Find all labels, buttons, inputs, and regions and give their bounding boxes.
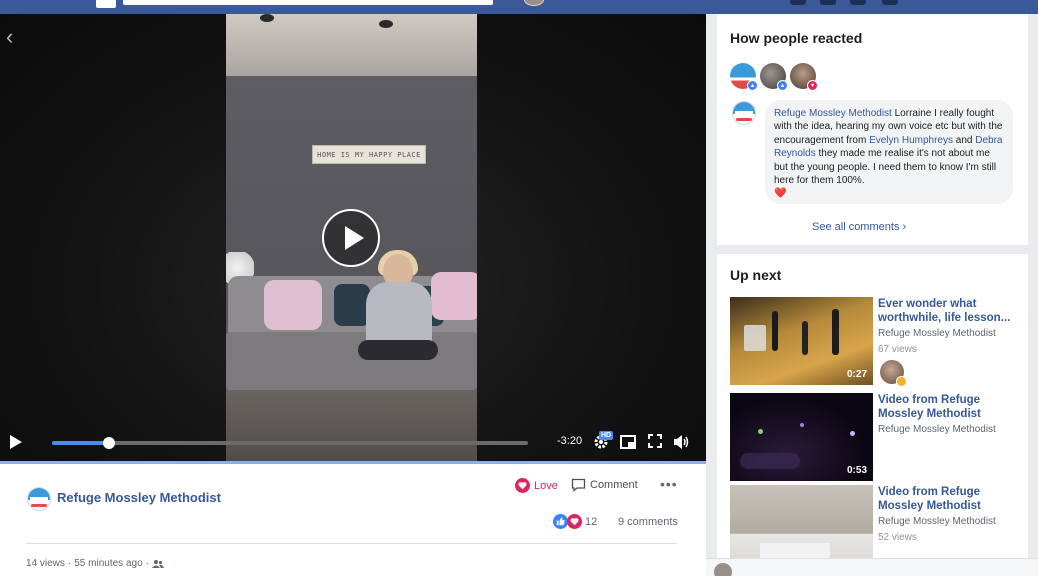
chevron-right-icon: ›: [902, 221, 907, 233]
separator: ·: [145, 558, 149, 569]
play-icon: [345, 226, 364, 250]
comment-author-link[interactable]: Refuge Mossley Methodist: [774, 108, 892, 119]
up-next-title: Up next: [730, 267, 782, 283]
haha-reaction-icon: [896, 376, 907, 387]
video-thumbnail[interactable]: [730, 485, 873, 559]
friend-requests-icon[interactable]: [790, 0, 806, 5]
comment-button[interactable]: Comment: [571, 478, 638, 492]
facebook-logo-icon[interactable]: [96, 0, 116, 8]
user-avatar: [714, 563, 732, 576]
friends-audience-icon[interactable]: [151, 559, 164, 569]
comment-bubble: Refuge Mossley Methodist Lorraine I real…: [765, 100, 1013, 204]
see-all-comments-link[interactable]: See all comments ›: [812, 221, 906, 233]
see-all-label: See all comments: [812, 221, 900, 233]
comments-count-link[interactable]: 9 comments: [618, 516, 678, 528]
heart-icon: [515, 478, 530, 493]
profile-avatar[interactable]: [524, 0, 544, 6]
pillow: [334, 284, 370, 326]
up-next-page-name[interactable]: Refuge Mossley Methodist: [878, 328, 996, 339]
reactor-avatar[interactable]: ▲: [730, 63, 758, 91]
video-duration: 0:27: [846, 369, 867, 380]
more-options-icon[interactable]: •••: [660, 476, 678, 492]
heart-emoji-icon: ❤️: [774, 188, 787, 200]
timestamp[interactable]: 55 minutes ago: [74, 558, 142, 569]
love-button[interactable]: Love: [515, 478, 558, 493]
video-controls: -3:20 HD: [0, 428, 706, 458]
page-avatar[interactable]: [27, 487, 51, 511]
like-reaction-icon: ▲: [777, 80, 788, 91]
time-remaining: -3:20: [557, 435, 583, 447]
volume-icon[interactable]: [673, 434, 691, 450]
divider: [26, 543, 677, 544]
view-count: 14 views: [26, 558, 65, 569]
ceiling: [226, 14, 477, 76]
separator: ·: [67, 558, 72, 569]
post-meta: 14 views · 55 minutes ago ·: [26, 558, 164, 569]
up-next-page-name[interactable]: Refuge Mossley Methodist: [878, 516, 996, 527]
top-nav-bar: [0, 0, 1038, 14]
progress-bar[interactable]: [52, 437, 528, 449]
reactor-avatar[interactable]: [880, 360, 907, 387]
progress-fill: [52, 441, 110, 445]
reaction-count: 12: [585, 515, 598, 528]
up-next-card: Up next 0:27 Ever wonder what worthwhile…: [717, 254, 1028, 559]
comment-label: Comment: [590, 479, 638, 491]
mention-link[interactable]: Evelyn Humphreys: [869, 135, 953, 146]
help-icon[interactable]: [882, 0, 898, 5]
progress-scrubber[interactable]: [103, 437, 116, 449]
reactor-avatar[interactable]: ▲: [760, 63, 788, 91]
up-next-item[interactable]: 0:27 Ever wonder what worthwhile, life l…: [730, 297, 1027, 387]
commenter-avatar[interactable]: [732, 101, 756, 125]
video-duration: 0:53: [846, 465, 867, 476]
pillow: [431, 272, 477, 320]
video-player[interactable]: ‹ HOME IS MY HAPPY PLACE -3:20 HD: [0, 14, 706, 461]
reactions-title: How people reacted: [730, 30, 863, 46]
love-label: Love: [534, 479, 558, 492]
post-details: Refuge Mossley Methodist Love Comment ••…: [0, 464, 706, 576]
like-reaction-icon: ▲: [747, 80, 758, 91]
up-next-item[interactable]: Video from Refuge Mossley Methodist Refu…: [730, 485, 1027, 559]
messenger-icon[interactable]: [820, 0, 836, 5]
search-input[interactable]: [123, 0, 493, 5]
up-next-views: 67 views: [878, 344, 917, 355]
up-next-page-name[interactable]: Refuge Mossley Methodist: [878, 424, 996, 435]
reactions-card: How people reacted ▲ ▲ ♥ Refuge Mossley …: [717, 14, 1028, 245]
up-next-video-title[interactable]: Video from Refuge Mossley Methodist: [878, 486, 1023, 513]
back-chevron-icon[interactable]: ‹: [6, 24, 13, 50]
notifications-icon[interactable]: [850, 0, 866, 5]
up-next-item[interactable]: 0:53 Video from Refuge Mossley Methodist…: [730, 393, 1027, 481]
love-reaction-icon: ♥: [807, 80, 818, 91]
up-next-video-title[interactable]: Ever wonder what worthwhile, life lesson…: [878, 298, 1023, 325]
wall-sign: HOME IS MY HAPPY PLACE: [312, 145, 426, 164]
page-name-link[interactable]: Refuge Mossley Methodist: [57, 490, 221, 505]
person-legs: [358, 340, 438, 360]
reactions-summary[interactable]: 12: [553, 514, 597, 529]
reactor-avatar[interactable]: ♥: [790, 63, 818, 91]
sofa-seat: [226, 332, 477, 390]
play-button-large[interactable]: [322, 209, 380, 267]
right-sidebar: How people reacted ▲ ▲ ♥ Refuge Mossley …: [706, 14, 1038, 576]
play-icon[interactable]: [10, 435, 22, 449]
pillow: [264, 280, 322, 330]
comment-icon: [571, 478, 586, 492]
comment-text: and: [952, 134, 976, 146]
ceiling-light: [379, 20, 393, 28]
like-reaction-icon: [553, 514, 568, 529]
ceiling-light: [260, 14, 274, 22]
fullscreen-icon[interactable]: [648, 434, 662, 448]
love-reaction-icon: [567, 514, 582, 529]
up-next-video-title[interactable]: Video from Refuge Mossley Methodist: [878, 394, 1023, 421]
video-thumbnail[interactable]: 0:27: [730, 297, 873, 385]
up-next-views: 52 views: [878, 532, 917, 543]
hd-badge: HD: [599, 431, 614, 440]
video-thumbnail[interactable]: 0:53: [730, 393, 873, 481]
write-comment-bar[interactable]: [706, 558, 1038, 576]
picture-in-picture-icon[interactable]: [620, 434, 636, 450]
